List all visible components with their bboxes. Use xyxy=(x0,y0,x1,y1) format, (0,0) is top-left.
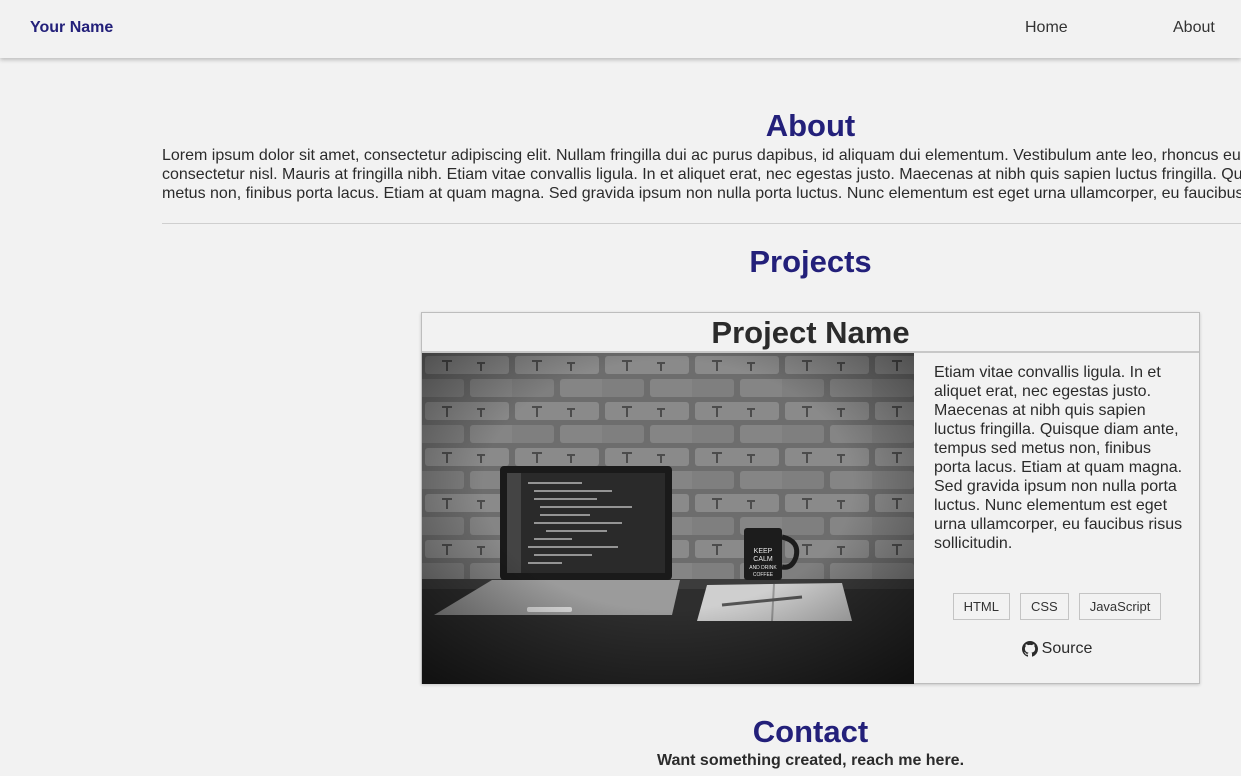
nav-link-about[interactable]: About xyxy=(1173,19,1215,37)
about-heading: About xyxy=(765,108,856,143)
projects-heading: Projects xyxy=(749,244,872,279)
tag-javascript[interactable]: JavaScript xyxy=(1078,593,1162,620)
tag-html[interactable]: HTML xyxy=(952,593,1010,620)
project-image: KEEP CALM AND DRINK COFFEE xyxy=(422,353,914,684)
section-divider xyxy=(162,223,1241,224)
source-link[interactable]: Source xyxy=(914,640,1200,658)
navbar: Your Name Home About xyxy=(0,0,1241,58)
contact-heading: Contact xyxy=(752,714,869,749)
laptop-desk-photo: KEEP CALM AND DRINK COFFEE xyxy=(422,353,914,684)
tech-tags: HTML CSS JavaScript xyxy=(914,593,1200,620)
about-line: metus non, finibus porta lacus. Etiam at… xyxy=(162,185,1241,202)
github-icon xyxy=(1021,641,1038,657)
about-line: consectetur nisl. Mauris at fringilla ni… xyxy=(162,166,1241,183)
about-paragraph: Lorem ipsum dolor sit amet, consectetur … xyxy=(162,146,1241,203)
source-label: Source xyxy=(1041,640,1093,657)
tag-css[interactable]: CSS xyxy=(1019,593,1069,620)
brand-link[interactable]: Your Name xyxy=(30,19,113,37)
about-line: Lorem ipsum dolor sit amet, consectetur … xyxy=(162,147,1241,164)
nav-link-home[interactable]: Home xyxy=(1025,19,1068,37)
project-card: Project Name Etiam vitae convallis ligul… xyxy=(421,312,1200,684)
project-description: Etiam vitae convallis ligula. In et aliq… xyxy=(934,364,1183,552)
project-title: Project Name xyxy=(422,313,1199,353)
contact-subtitle: Want something created, reach me here. xyxy=(656,752,965,769)
